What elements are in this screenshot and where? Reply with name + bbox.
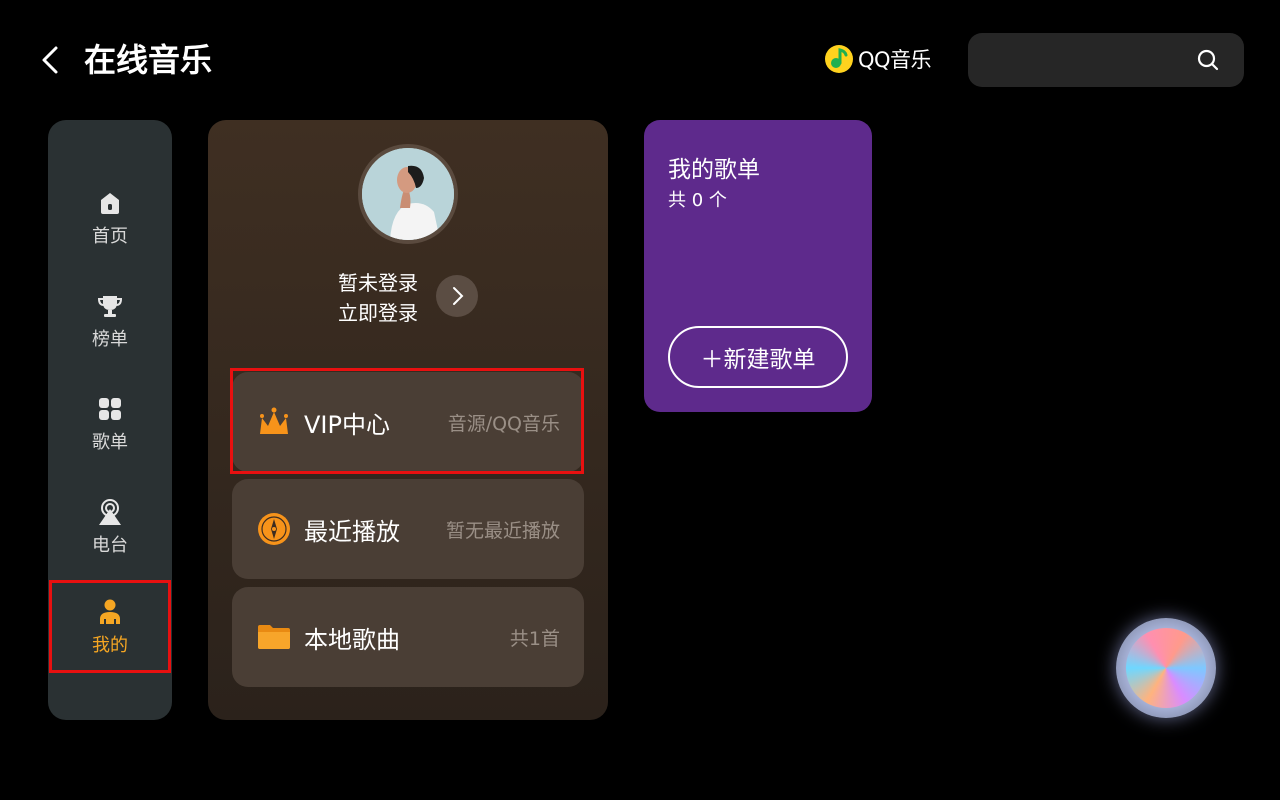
playlist-title: 我的歌单 [668, 157, 760, 183]
sidebar-item-playlists[interactable]: 歌单 [48, 378, 172, 470]
local-songs-row[interactable]: 本地歌曲 共1首 [232, 587, 584, 687]
brand-name: QQ音乐 [858, 48, 932, 72]
search-icon[interactable] [1196, 48, 1220, 72]
menu-label: VIP中心 [304, 410, 390, 439]
recent-play-row[interactable]: 最近播放 暂无最近播放 [232, 479, 584, 579]
page-title: 在线音乐 [84, 41, 213, 79]
menu-subtext: 共1首 [509, 627, 560, 650]
chevron-right-icon [453, 287, 464, 305]
login-link[interactable]: 立即登录 [338, 298, 418, 328]
sidebar-item-label: 电台 [92, 535, 128, 556]
menu-label: 最近播放 [304, 517, 400, 546]
radio-tower-icon [99, 499, 121, 525]
qq-music-logo: QQ音乐 [824, 44, 932, 74]
home-icon [101, 193, 119, 214]
login-arrow-button[interactable] [436, 275, 478, 317]
vip-center-row[interactable]: VIP中心 音源/QQ音乐 [232, 372, 584, 472]
qq-music-note-icon [825, 45, 853, 73]
sidebar-item-radio[interactable]: 电台 [48, 481, 172, 573]
sidebar-item-label: 首页 [92, 226, 128, 247]
sidebar-item-mine[interactable]: 我的 [49, 580, 171, 673]
menu-subtext: 音源/QQ音乐 [447, 412, 560, 435]
menu-label: 本地歌曲 [304, 625, 400, 654]
profile-card: 暂未登录 立即登录 VIP中心 音源/QQ音乐 最近播放 暂无最近播放 本地歌曲… [208, 120, 608, 720]
new-playlist-button[interactable]: ＋新建歌单 [668, 326, 848, 388]
folder-icon [258, 625, 290, 649]
voice-assistant-button[interactable] [1116, 618, 1216, 718]
sidebar-item-home[interactable]: 首页 [48, 172, 172, 264]
avatar-illustration [362, 148, 454, 240]
crown-icon [260, 407, 288, 434]
search-bar[interactable] [968, 33, 1244, 87]
sidebar-item-label: 榜单 [92, 329, 128, 350]
chevron-left-icon [42, 46, 58, 74]
menu-subtext: 暂无最近播放 [445, 519, 560, 542]
sidebar-item-label: 歌单 [92, 432, 128, 453]
back-button[interactable] [34, 40, 70, 80]
sidebar-item-charts[interactable]: 榜单 [48, 275, 172, 367]
login-text: 暂未登录 立即登录 [338, 268, 418, 328]
my-playlists-card[interactable]: 我的歌单 共 0 个 ＋新建歌单 [644, 120, 872, 412]
trophy-icon [97, 296, 123, 317]
sidebar-item-label: 我的 [92, 634, 128, 656]
playlist-count: 共 0 个 [668, 190, 727, 211]
assistant-orb-icon [1126, 628, 1206, 708]
grid-icon [99, 398, 121, 420]
sidebar: 首页 榜单 歌单 电台 我的 [48, 120, 172, 720]
person-icon [100, 599, 120, 624]
avatar[interactable] [358, 144, 458, 244]
login-status: 暂未登录 [338, 271, 418, 295]
compass-icon [258, 513, 290, 545]
